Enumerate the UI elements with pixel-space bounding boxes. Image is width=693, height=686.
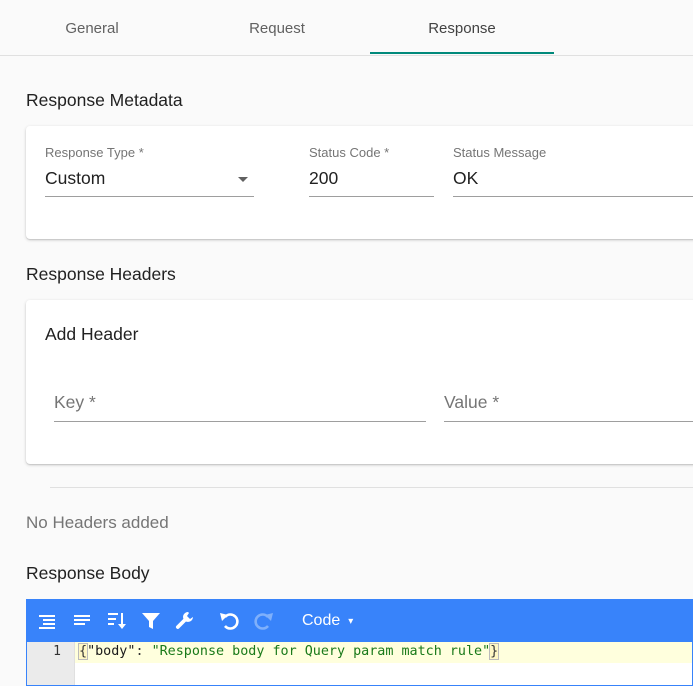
json-string-value: "Response body for Query param match rul… bbox=[151, 644, 491, 659]
tab-response-label: Response bbox=[428, 19, 496, 37]
open-brace: { bbox=[77, 643, 89, 660]
status-code-label: Status Code * bbox=[309, 145, 390, 160]
tab-request[interactable]: Request bbox=[185, 0, 369, 56]
editor-menu-bar: Code ▾ bbox=[27, 600, 692, 642]
json-editor: Code ▾ 1 {"body": "Response body for Que… bbox=[26, 599, 693, 686]
mode-dropdown-icon: ▾ bbox=[348, 615, 354, 627]
response-type-select[interactable]: Response Type * Custom bbox=[45, 145, 254, 197]
json-key: "body" bbox=[87, 644, 136, 659]
undo-icon[interactable] bbox=[217, 609, 241, 633]
header-value-underline bbox=[444, 421, 693, 422]
header-value-input[interactable]: Value * bbox=[444, 390, 693, 422]
tab-general-label: General bbox=[65, 19, 119, 37]
response-metadata-title: Response Metadata bbox=[26, 90, 183, 110]
tab-request-label: Request bbox=[249, 19, 305, 37]
response-body-title: Response Body bbox=[26, 563, 150, 583]
status-message-value: OK bbox=[453, 168, 479, 188]
tab-general[interactable]: General bbox=[0, 0, 184, 56]
status-code-underline bbox=[309, 196, 434, 197]
response-metadata-card: Response Type * Custom Status Code * 200… bbox=[26, 126, 693, 239]
response-type-underline bbox=[45, 196, 254, 197]
response-type-value: Custom bbox=[45, 168, 106, 188]
filter-icon[interactable] bbox=[139, 609, 163, 633]
response-type-label: Response Type * bbox=[45, 145, 144, 160]
compact-icon[interactable] bbox=[70, 609, 94, 633]
status-code-value: 200 bbox=[309, 168, 339, 188]
tab-bar: General Request Response bbox=[0, 0, 693, 56]
status-message-label: Status Message bbox=[453, 145, 547, 160]
add-header-card: Add Header Key * Value * bbox=[26, 300, 693, 464]
close-brace: } bbox=[489, 643, 500, 660]
json-colon: : bbox=[135, 644, 152, 659]
redo-icon bbox=[252, 609, 276, 633]
header-value-placeholder: Value * bbox=[444, 392, 500, 412]
header-key-input[interactable]: Key * bbox=[54, 390, 426, 422]
active-tab-indicator bbox=[370, 52, 554, 54]
mode-label: Code bbox=[302, 612, 341, 629]
sort-icon[interactable] bbox=[105, 609, 129, 633]
repair-icon[interactable] bbox=[173, 609, 197, 633]
header-key-underline bbox=[54, 421, 426, 422]
dropdown-arrow-icon bbox=[238, 177, 248, 182]
tab-response[interactable]: Response bbox=[370, 0, 554, 56]
headers-divider bbox=[50, 487, 693, 488]
line-number: 1 bbox=[53, 644, 61, 659]
add-header-title: Add Header bbox=[45, 324, 139, 344]
mode-selector[interactable]: Code ▾ bbox=[302, 600, 353, 642]
response-headers-title: Response Headers bbox=[26, 264, 176, 284]
no-headers-message: No Headers added bbox=[26, 513, 169, 532]
header-key-placeholder: Key * bbox=[54, 392, 96, 412]
status-code-field[interactable]: Status Code * 200 bbox=[309, 145, 434, 197]
code-line[interactable]: {"body": "Response body for Query param … bbox=[77, 643, 500, 660]
status-message-underline bbox=[453, 196, 693, 197]
status-message-field[interactable]: Status Message OK bbox=[453, 145, 693, 197]
format-icon[interactable] bbox=[35, 609, 59, 633]
